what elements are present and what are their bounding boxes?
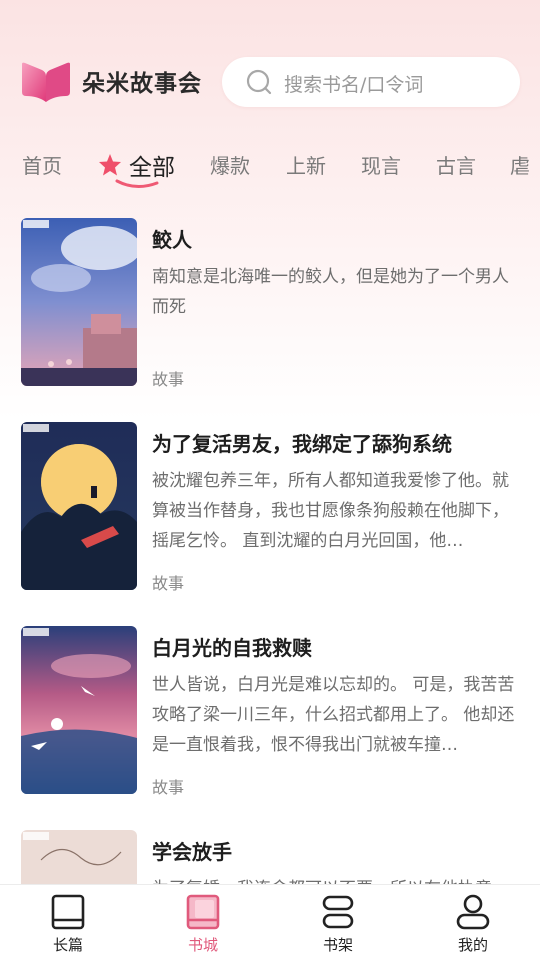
book-title: 为了复活男友，我绑定了舔狗系统 bbox=[152, 432, 452, 456]
category-tabs: 首页 全部 爆款 上新 现言 古言 虐 bbox=[0, 140, 540, 192]
tabbar-item-bookshelf[interactable]: 书架 bbox=[298, 885, 378, 958]
bookshelf-icon bbox=[322, 895, 354, 929]
book-title: 鲛人 bbox=[152, 228, 192, 252]
bottom-tab-bar: 长篇 书城 书架 我的 bbox=[0, 884, 540, 958]
book-cover bbox=[21, 626, 137, 794]
profile-icon bbox=[456, 894, 490, 930]
book-item[interactable]: 白月光的自我救赎 世人皆说，白月光是难以忘却的。 可是，我苦苦攻略了梁一川三年，… bbox=[0, 626, 540, 798]
app-header: 朵米故事会 搜索书名/口令词 bbox=[0, 50, 540, 114]
book-description: 世人皆说，白月光是难以忘却的。 可是，我苦苦攻略了梁一川三年，什么招式都用上了。… bbox=[152, 675, 515, 755]
tab-ancient-romance[interactable]: 古言 bbox=[436, 150, 476, 179]
book-cover bbox=[21, 422, 137, 590]
book-title: 白月光的自我救赎 bbox=[152, 636, 312, 660]
tab-hot[interactable]: 爆款 bbox=[210, 150, 250, 179]
search-icon bbox=[246, 69, 272, 95]
book-tag: 故事 bbox=[152, 574, 185, 593]
search-placeholder: 搜索书名/口令词 bbox=[284, 74, 424, 96]
book-description: 南知意是北海唯一的鲛人，但是她为了一个男人而死 bbox=[152, 267, 509, 317]
tabbar-label: 长篇 bbox=[52, 936, 83, 954]
search-bar[interactable]: 搜索书名/口令词 bbox=[222, 57, 520, 107]
book-tag: 故事 bbox=[152, 778, 185, 797]
book-tag: 故事 bbox=[152, 370, 185, 389]
tab-angst[interactable]: 虐 bbox=[510, 150, 530, 179]
tabbar-item-long[interactable]: 长篇 bbox=[28, 885, 108, 958]
tabbar-label: 书城 bbox=[187, 936, 218, 954]
book-description: 被沈耀包养三年，所有人都知道我爱惨了他。就算被当作替身，我也甘愿像条狗般赖在他脚… bbox=[152, 471, 509, 551]
book-item[interactable]: 鲛人 南知意是北海唯一的鲛人，但是她为了一个男人而死 故事 bbox=[0, 218, 540, 390]
star-icon bbox=[97, 152, 123, 178]
tabbar-label: 书架 bbox=[322, 936, 353, 954]
tabbar-label: 我的 bbox=[457, 936, 488, 954]
tab-home[interactable]: 首页 bbox=[22, 150, 62, 179]
tab-new[interactable]: 上新 bbox=[286, 150, 326, 179]
active-tab-indicator bbox=[114, 176, 160, 190]
book-title: 学会放手 bbox=[152, 840, 232, 864]
book-cover bbox=[21, 218, 137, 386]
tab-modern-romance[interactable]: 现言 bbox=[361, 150, 401, 179]
book-icon bbox=[51, 894, 85, 930]
tabbar-item-profile[interactable]: 我的 bbox=[433, 885, 513, 958]
app-title: 朵米故事会 bbox=[82, 71, 202, 97]
app-logo-icon bbox=[20, 60, 72, 104]
book-item[interactable]: 为了复活男友，我绑定了舔狗系统 被沈耀包养三年，所有人都知道我爱惨了他。就算被当… bbox=[0, 422, 540, 594]
tabbar-item-bookstore[interactable]: 书城 bbox=[163, 885, 243, 958]
bookstore-icon bbox=[186, 894, 220, 930]
